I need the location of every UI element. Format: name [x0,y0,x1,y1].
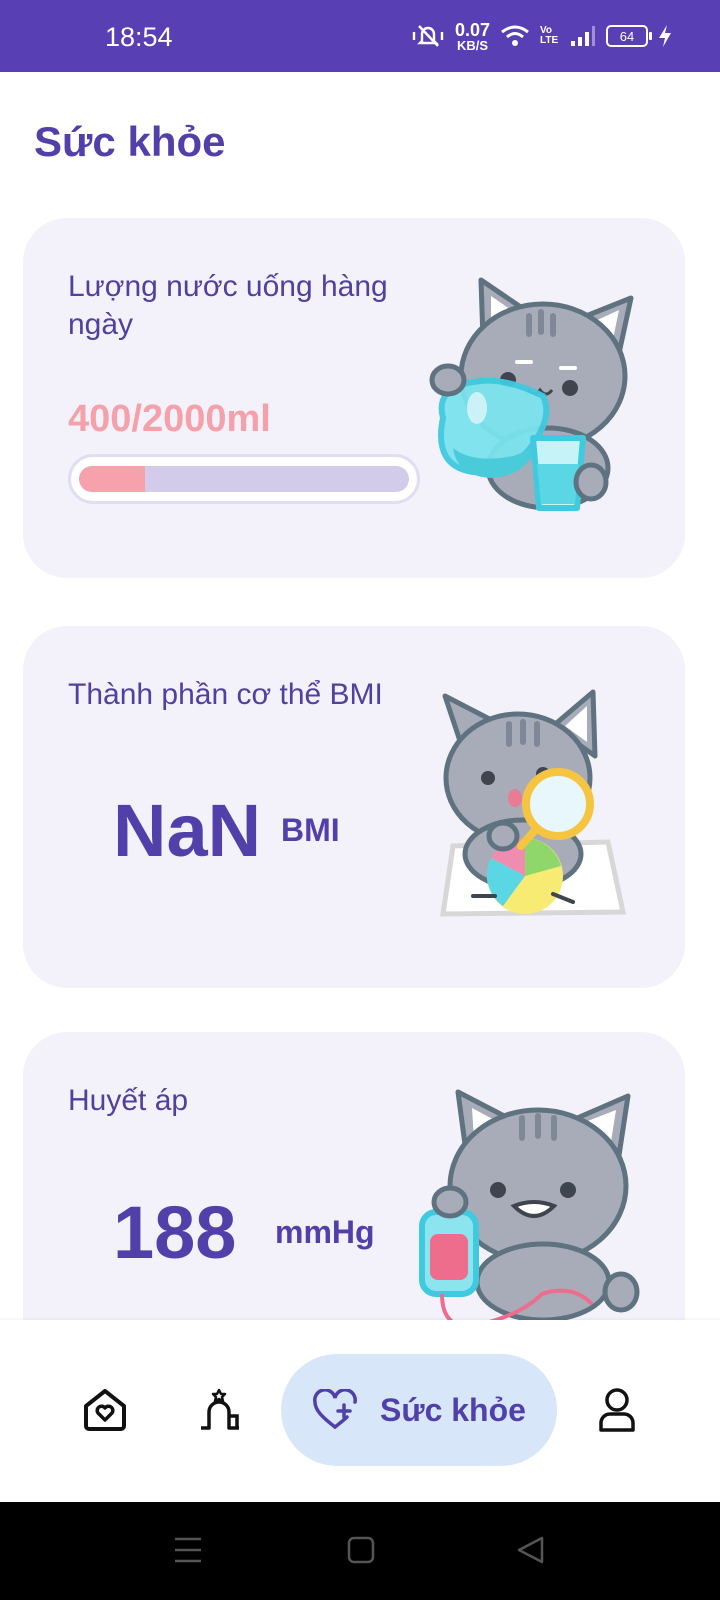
charging-icon [659,25,671,47]
home-heart-icon [84,1389,126,1431]
cat-bmi-illustration [440,689,627,917]
nav-home[interactable] [70,1372,140,1448]
battery-indicator: 64 [606,25,652,47]
water-intake-amount: 400/2000ml [68,398,271,440]
menu-icon[interactable] [172,1534,204,1566]
water-progress-fill [79,466,145,492]
status-bar: 18:54 0.07 KB/S Vo LTE 64 [0,0,720,72]
bmi-label: Thành phần cơ thể BMI [68,678,383,711]
cat-blood-pressure-illustration [419,1089,640,1322]
bmi-card[interactable]: Thành phần cơ thể BMI NaN BMI [23,626,685,988]
network-speed-value: 0.07 [454,19,490,40]
blood-pressure-value: 188 [113,1191,237,1274]
network-speed: 0.07 KB/S [455,21,490,52]
home-square-icon[interactable] [345,1534,377,1566]
bmi-value: NaN [113,789,262,872]
nav-profile[interactable] [582,1372,652,1448]
network-speed-unit: KB/S [456,37,488,53]
vibrate-mute-icon [412,25,444,47]
back-icon[interactable] [515,1534,547,1566]
activity-person-icon [201,1388,239,1430]
status-time: 18:54 [105,22,173,52]
blood-pressure-label: Huyết áp [68,1084,189,1117]
volte-icon: Vo LTE [540,25,559,46]
bottom-navigation: Sức khỏe [0,1320,720,1502]
water-intake-label: Lượng nước uống hàng ngày [68,270,388,341]
user-icon [599,1388,635,1432]
blood-pressure-unit: mmHg [275,1214,375,1250]
nav-health[interactable]: Sức khỏe [281,1354,557,1466]
water-progress-bar [68,454,420,504]
heart-plus-icon [313,1389,357,1429]
nav-activity[interactable] [186,1372,256,1448]
system-navigation-bar [0,1502,720,1600]
signal-icon [571,26,595,46]
water-intake-card[interactable]: Lượng nước uống hàng ngày 400/2000ml [23,218,685,578]
page-title: Sức khỏe [34,118,226,165]
status-icons: 0.07 KB/S Vo LTE 64 [411,18,672,54]
bmi-unit: BMI [281,812,340,848]
wifi-icon [501,25,529,46]
cat-water-illustration [429,277,634,511]
nav-health-label: Sức khỏe [380,1391,526,1428]
